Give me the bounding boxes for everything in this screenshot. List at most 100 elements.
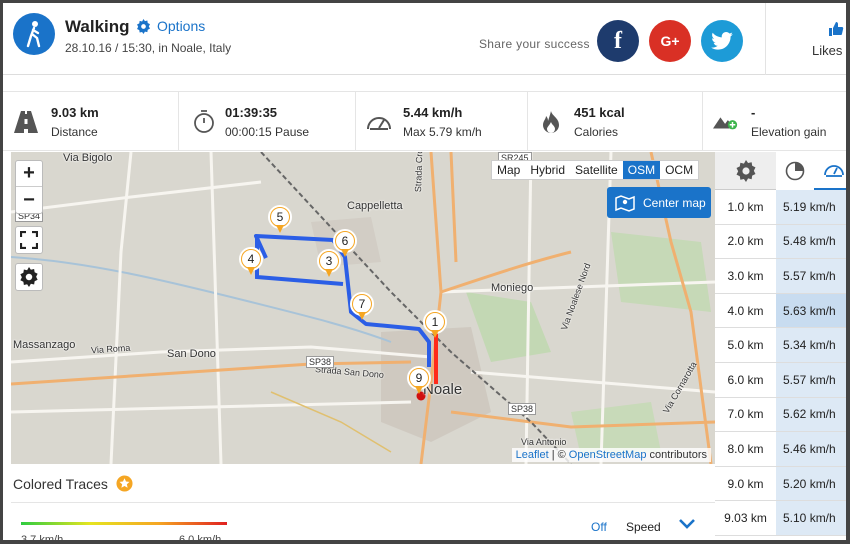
share-text: Share your success <box>479 37 590 51</box>
osm-link[interactable]: OpenStreetMap <box>569 449 647 461</box>
split-speed: 5.62 km/h <box>776 397 846 432</box>
likes-label: Likes <box>812 43 843 58</box>
google-plus-icon: G+ <box>660 33 680 49</box>
map-settings-button[interactable] <box>15 263 43 291</box>
table-row: 7.0 km 5.62 km/h <box>715 397 846 433</box>
google-plus-share-button[interactable]: G+ <box>649 20 691 62</box>
stat-calories: 451 kcal Calories <box>528 92 703 150</box>
facebook-icon: f <box>614 27 622 54</box>
speed-gradient-legend <box>21 522 227 525</box>
route-marker[interactable]: 4 <box>239 247 263 277</box>
gear-icon <box>736 160 755 182</box>
layer-ocm[interactable]: OCM <box>660 161 698 179</box>
layer-osm[interactable]: OSM <box>622 161 661 179</box>
center-map-label: Center map <box>643 195 706 210</box>
split-speed: 5.63 km/h <box>776 293 846 328</box>
fullscreen-button[interactable] <box>15 226 43 254</box>
table-row: 3.0 km 5.57 km/h <box>715 259 846 294</box>
stat-duration: 01:39:35 00:00:15 Pause <box>179 92 356 150</box>
stat-label: Elevation gain <box>751 125 827 139</box>
table-row: 2.0 km 5.48 km/h <box>715 224 846 260</box>
legend-min: 3.7 km/h <box>21 534 64 544</box>
split-km: 1.0 km <box>715 190 776 224</box>
splits-header <box>715 152 846 190</box>
tab-speed[interactable] <box>814 152 846 190</box>
speedometer-icon <box>366 109 392 135</box>
route-marker[interactable]: 5 <box>268 205 292 235</box>
stat-value: 01:39:35 <box>225 105 278 120</box>
route-marker[interactable]: 1 <box>423 310 447 340</box>
legend-max: 6.0 km/h <box>179 534 222 544</box>
split-speed: 5.48 km/h <box>776 224 846 259</box>
road-icon <box>13 109 39 135</box>
stat-distance: 9.03 km Distance <box>3 92 179 150</box>
map-label: San Dono <box>167 348 216 360</box>
split-speed: 5.57 km/h <box>776 259 846 293</box>
flame-icon <box>538 109 564 135</box>
route-marker[interactable]: 7 <box>350 292 374 322</box>
layer-satellite[interactable]: Satellite <box>570 161 623 179</box>
app-frame: Walking Options 28.10.16 / 15:30, in Noa… <box>0 0 850 544</box>
split-km: 7.0 km <box>715 397 776 432</box>
stat-value: - <box>751 105 756 120</box>
stat-elevation: - Elevation gain <box>703 92 846 150</box>
splits-table: 1.0 km 5.19 km/h 2.0 km 5.48 km/h 3.0 km 5.… <box>715 190 846 536</box>
center-map-button[interactable]: Center map <box>607 187 711 218</box>
table-row: 1.0 km 5.19 km/h <box>715 190 846 225</box>
tab-pace[interactable] <box>776 152 814 190</box>
options-button[interactable]: Options <box>136 18 205 34</box>
leaflet-link[interactable]: Leaflet <box>516 449 549 461</box>
map-label: Moniego <box>491 282 534 294</box>
split-speed: 5.10 km/h <box>776 501 846 535</box>
gear-icon <box>20 267 38 287</box>
traces-off-link[interactable]: Off <box>591 520 607 534</box>
split-speed: 5.57 km/h <box>776 362 846 397</box>
map-attribution: Leaflet | © OpenStreetMap contributors <box>511 448 711 462</box>
stat-speed: 5.44 km/h Max 5.79 km/h <box>356 92 528 150</box>
split-km: 6.0 km <box>715 362 776 397</box>
activity-header: Walking Options 28.10.16 / 15:30, in Noa… <box>3 3 846 75</box>
stat-label: Distance <box>51 125 98 139</box>
likes-box[interactable]: Likes <box>765 3 846 75</box>
traces-dropdown-button[interactable] <box>678 517 696 536</box>
table-row: 9.0 km 5.20 km/h <box>715 466 846 502</box>
split-speed: 5.19 km/h <box>776 190 846 224</box>
split-speed: 5.34 km/h <box>776 328 846 362</box>
colored-traces-title: Colored Traces <box>13 475 108 492</box>
twitter-icon <box>711 32 733 50</box>
split-km: 5.0 km <box>715 328 776 362</box>
road-shield: SP38 <box>306 356 335 368</box>
activity-title: Walking <box>65 17 130 36</box>
attribution-tail: contributors <box>649 449 707 461</box>
activity-subtitle: 28.10.16 / 15:30, in Noale, Italy <box>65 41 232 55</box>
zoom-out-button[interactable]: − <box>16 187 42 213</box>
split-km: 9.03 km <box>715 501 776 535</box>
stat-label: Calories <box>574 125 619 139</box>
layer-map[interactable]: Map <box>492 161 525 179</box>
splits-settings-button[interactable] <box>715 152 776 190</box>
table-row: 4.0 km 5.63 km/h <box>715 293 846 329</box>
stat-label: Max 5.79 km/h <box>403 125 482 139</box>
stats-bar: 9.03 km Distance 01:39:35 00:00:15 Pause… <box>3 91 846 151</box>
zoom-in-button[interactable]: + <box>16 161 42 187</box>
facebook-share-button[interactable]: f <box>597 20 639 62</box>
table-row: 5.0 km 5.34 km/h <box>715 328 846 363</box>
map-label: Via Bigolo <box>63 152 113 164</box>
table-row: 6.0 km 5.57 km/h <box>715 362 846 398</box>
route-map[interactable]: Via Bigolo Cappelletta Moniego Massanzag… <box>11 152 715 464</box>
attribution-sep: | © <box>551 449 566 461</box>
layer-hybrid[interactable]: Hybrid <box>525 161 570 179</box>
route-marker[interactable]: 6 <box>333 229 357 259</box>
traces-speed-label[interactable]: Speed <box>626 520 661 534</box>
zoom-control: + − <box>15 160 43 214</box>
map-label: Via Antonio <box>521 437 567 447</box>
split-km: 8.0 km <box>715 432 776 466</box>
split-km: 4.0 km <box>715 293 776 328</box>
split-km: 2.0 km <box>715 224 776 259</box>
map-label: Cappelletta <box>347 200 403 212</box>
twitter-share-button[interactable] <box>701 20 743 62</box>
star-badge-icon <box>116 475 133 492</box>
stat-value: 451 kcal <box>574 105 625 120</box>
pie-clock-icon <box>785 161 805 181</box>
route-marker[interactable]: 9 <box>407 366 431 396</box>
